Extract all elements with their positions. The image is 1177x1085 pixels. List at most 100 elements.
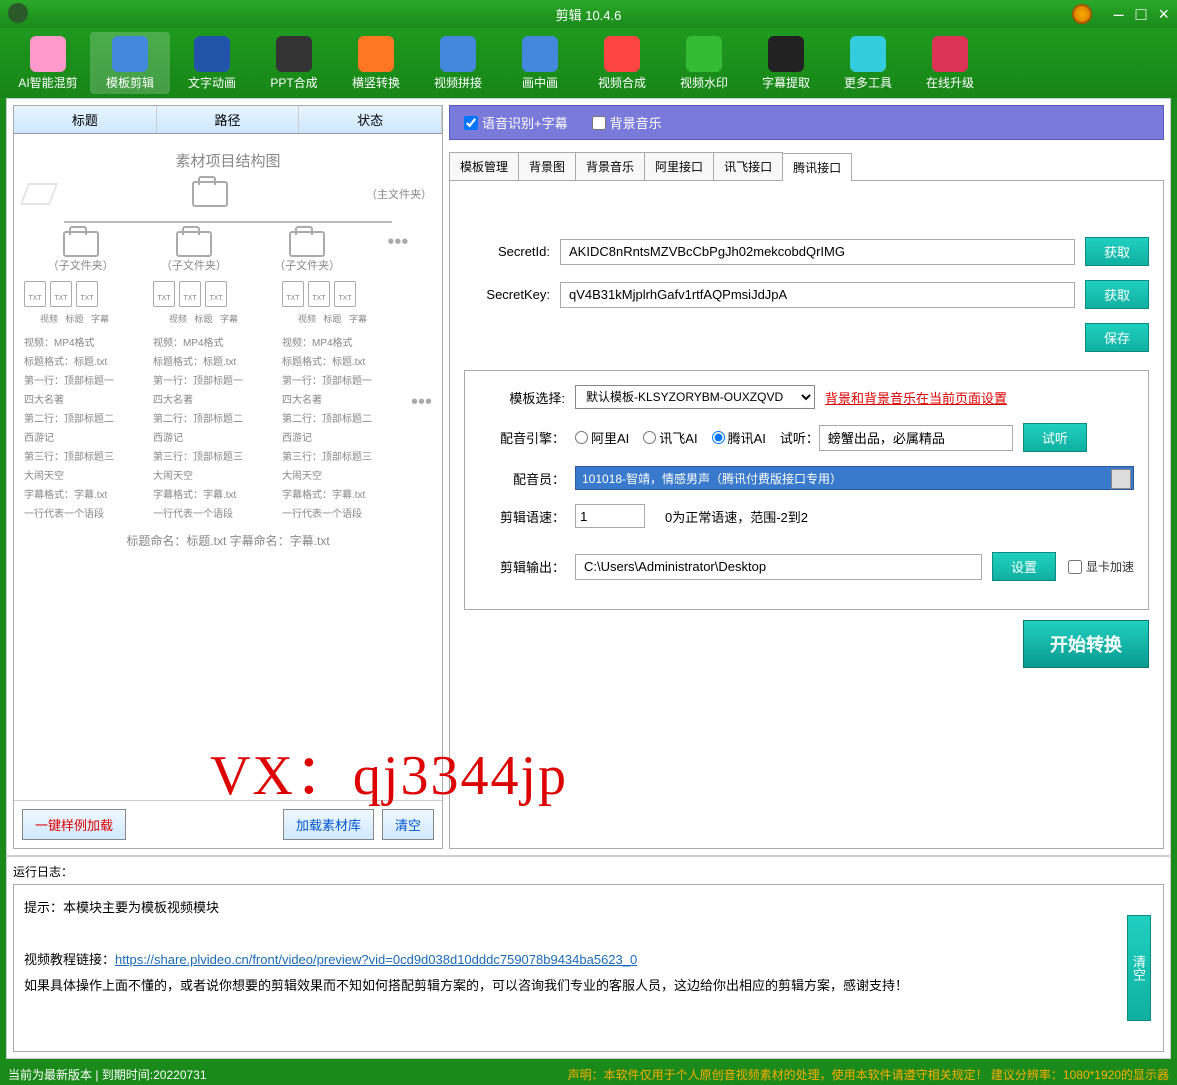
voice-subtitle-checkbox[interactable]: 语音识别+字幕 bbox=[464, 113, 568, 132]
naming-note: 标题命名：标题.txt 字幕命名：字幕.txt bbox=[24, 532, 432, 549]
load-sample-button[interactable]: 一键样例加载 bbox=[22, 809, 126, 840]
tab-模板管理[interactable]: 模板管理 bbox=[449, 152, 519, 180]
arrow-icon bbox=[20, 183, 58, 205]
titlebar: 剪辑 10.4.6 – □ × bbox=[0, 0, 1177, 28]
get-secret-id-button[interactable]: 获取 bbox=[1085, 237, 1149, 266]
secret-id-input[interactable] bbox=[560, 239, 1075, 265]
toolbar-icon bbox=[30, 36, 66, 72]
toolbar-视频合成[interactable]: 视频合成 bbox=[582, 32, 662, 94]
preview-label: 试听： bbox=[780, 428, 819, 447]
sub-folder-icon bbox=[63, 231, 99, 257]
more-icon: ••• bbox=[387, 231, 408, 273]
log-line: 如果具体操作上面不懂的，或者说你想要的剪辑效果而不知如何搭配剪辑方案的，可以咨询… bbox=[24, 973, 1125, 999]
file-column: TXTTXTTXT视频 标题 字幕视频：MP4格式标题格式：标题.txt第一行：… bbox=[24, 281, 125, 524]
template-select[interactable]: 默认模板-KLSYZORYBM-OUXZQVD bbox=[575, 385, 815, 409]
statusbar: 当前为最新版本 | 到期时间:20220731 声明：本软件仅用于个人原创音视频… bbox=[0, 1063, 1177, 1085]
toolbar-视频水印[interactable]: 视频水印 bbox=[664, 32, 744, 94]
get-secret-key-button[interactable]: 获取 bbox=[1085, 280, 1149, 309]
secret-id-label: SecretId: bbox=[464, 244, 550, 259]
voice-label: 配音员： bbox=[479, 469, 565, 488]
bgm-checkbox[interactable]: 背景音乐 bbox=[592, 113, 662, 132]
tab-背景图[interactable]: 背景图 bbox=[518, 152, 576, 180]
engine-radio-讯飞AI[interactable]: 讯飞AI bbox=[643, 428, 697, 447]
tab-背景音乐[interactable]: 背景音乐 bbox=[575, 152, 645, 180]
minimize-button[interactable]: – bbox=[1114, 4, 1124, 25]
preview-button[interactable]: 试听 bbox=[1023, 423, 1087, 452]
engine-radio-阿里AI[interactable]: 阿里AI bbox=[575, 428, 629, 447]
save-button[interactable]: 保存 bbox=[1085, 323, 1149, 352]
maximize-button[interactable]: □ bbox=[1136, 4, 1147, 25]
toolbar-icon bbox=[850, 36, 886, 72]
settings-button[interactable]: 设置 bbox=[992, 552, 1056, 581]
output-label: 剪辑输出： bbox=[479, 557, 565, 576]
right-panel: 语音识别+字幕 背景音乐 模板管理背景图背景音乐阿里接口讯飞接口腾讯接口 Sec… bbox=[449, 105, 1164, 849]
app-logo bbox=[8, 3, 28, 23]
toolbar-文字动画[interactable]: 文字动画 bbox=[172, 32, 252, 94]
file-icon: TXT bbox=[153, 281, 175, 307]
app-title: 剪辑 10.4.6 bbox=[556, 5, 622, 24]
toolbar-icon bbox=[440, 36, 476, 72]
left-buttons: 一键样例加载 加载素材库 清空 bbox=[14, 800, 442, 848]
toolbar-字幕提取[interactable]: 字幕提取 bbox=[746, 32, 826, 94]
log-section: 运行日志： 提示：本模块主要为模板视频模块 视频教程链接：https://sha… bbox=[6, 856, 1171, 1059]
tab-content: SecretId: 获取 SecretKey: 获取 保存 模板选择: 默认模板… bbox=[449, 181, 1164, 849]
status-right: 声明：本软件仅用于个人原创音视频素材的处理，使用本软件请遵守相关规定！ 建议分辨… bbox=[568, 1066, 1169, 1083]
secret-key-label: SecretKey: bbox=[464, 287, 550, 302]
header-cell[interactable]: 标题 bbox=[14, 106, 157, 133]
left-table-header: 标题路径状态 bbox=[14, 106, 442, 134]
tab-讯飞接口[interactable]: 讯飞接口 bbox=[713, 152, 783, 180]
diagram-title: 素材项目结构图 bbox=[24, 150, 432, 171]
diagram-area: 素材项目结构图 （主文件夹） （子文件夹） （子文件夹） （子文件夹） ••• … bbox=[14, 134, 442, 800]
voice-select[interactable]: 101018-智靖，情感男声（腾讯付费版接口专用） bbox=[575, 466, 1134, 490]
file-icon: TXT bbox=[334, 281, 356, 307]
output-path-input[interactable] bbox=[575, 554, 982, 580]
toolbar-icon bbox=[932, 36, 968, 72]
settings-section: 模板选择: 默认模板-KLSYZORYBM-OUXZQVD 背景和背景音乐在当前… bbox=[464, 370, 1149, 610]
speed-input[interactable] bbox=[575, 504, 645, 528]
toolbar-横竖转换[interactable]: 横竖转换 bbox=[336, 32, 416, 94]
header-cell[interactable]: 状态 bbox=[299, 106, 442, 133]
toolbar-更多工具[interactable]: 更多工具 bbox=[828, 32, 908, 94]
toolbar-icon bbox=[604, 36, 640, 72]
toolbar-PPT合成[interactable]: PPT合成 bbox=[254, 32, 334, 94]
main-folder-label: （主文件夹） bbox=[366, 186, 432, 202]
toolbar-模板剪辑[interactable]: 模板剪辑 bbox=[90, 32, 170, 94]
log-clear-button[interactable]: 清空 bbox=[1127, 915, 1151, 1021]
log-label: 运行日志： bbox=[13, 863, 1164, 880]
tab-阿里接口[interactable]: 阿里接口 bbox=[644, 152, 714, 180]
preview-text-input[interactable] bbox=[819, 425, 1013, 451]
start-convert-button[interactable]: 开始转换 bbox=[1023, 620, 1149, 668]
file-icon: TXT bbox=[308, 281, 330, 307]
main-area: 标题路径状态 素材项目结构图 （主文件夹） （子文件夹） （子文件夹） （子文件… bbox=[6, 98, 1171, 856]
file-column: TXTTXTTXT视频 标题 字幕视频：MP4格式标题格式：标题.txt第一行：… bbox=[153, 281, 254, 524]
close-button[interactable]: × bbox=[1158, 4, 1169, 25]
tabs: 模板管理背景图背景音乐阿里接口讯飞接口腾讯接口 bbox=[449, 152, 1164, 181]
tutorial-link[interactable]: https://share.plvideo.cn/front/video/pre… bbox=[115, 952, 637, 967]
file-column: TXTTXTTXT视频 标题 字幕视频：MP4格式标题格式：标题.txt第一行：… bbox=[282, 281, 383, 524]
secret-key-input[interactable] bbox=[560, 282, 1075, 308]
tab-腾讯接口[interactable]: 腾讯接口 bbox=[782, 153, 852, 181]
toolbar-AI智能混剪[interactable]: AI智能混剪 bbox=[8, 32, 88, 94]
log-box: 提示：本模块主要为模板视频模块 视频教程链接：https://share.plv… bbox=[13, 884, 1164, 1052]
top-options-bar: 语音识别+字幕 背景音乐 bbox=[449, 105, 1164, 140]
left-panel: 标题路径状态 素材项目结构图 （主文件夹） （子文件夹） （子文件夹） （子文件… bbox=[13, 105, 443, 849]
file-icon: TXT bbox=[50, 281, 72, 307]
header-cell[interactable]: 路径 bbox=[157, 106, 300, 133]
toolbar-icon bbox=[686, 36, 722, 72]
more-icon: ••• bbox=[411, 391, 432, 414]
file-icon: TXT bbox=[205, 281, 227, 307]
medal-icon bbox=[1072, 4, 1092, 24]
log-line: 视频教程链接：https://share.plvideo.cn/front/vi… bbox=[24, 947, 1125, 973]
load-library-button[interactable]: 加载素材库 bbox=[283, 809, 374, 840]
file-icon: TXT bbox=[179, 281, 201, 307]
file-icon: TXT bbox=[76, 281, 98, 307]
toolbar-在线升级[interactable]: 在线升级 bbox=[910, 32, 990, 94]
clear-button[interactable]: 清空 bbox=[382, 809, 434, 840]
gpu-checkbox[interactable]: 显卡加速 bbox=[1068, 558, 1134, 575]
template-note: 背景和背景音乐在当前页面设置 bbox=[825, 388, 1007, 407]
engine-radio-腾讯AI[interactable]: 腾讯AI bbox=[712, 428, 766, 447]
toolbar-画中画[interactable]: 画中画 bbox=[500, 32, 580, 94]
main-toolbar: AI智能混剪模板剪辑文字动画PPT合成横竖转换视频拼接画中画视频合成视频水印字幕… bbox=[0, 28, 1177, 98]
toolbar-视频拼接[interactable]: 视频拼接 bbox=[418, 32, 498, 94]
sub-folder-icon bbox=[289, 231, 325, 257]
